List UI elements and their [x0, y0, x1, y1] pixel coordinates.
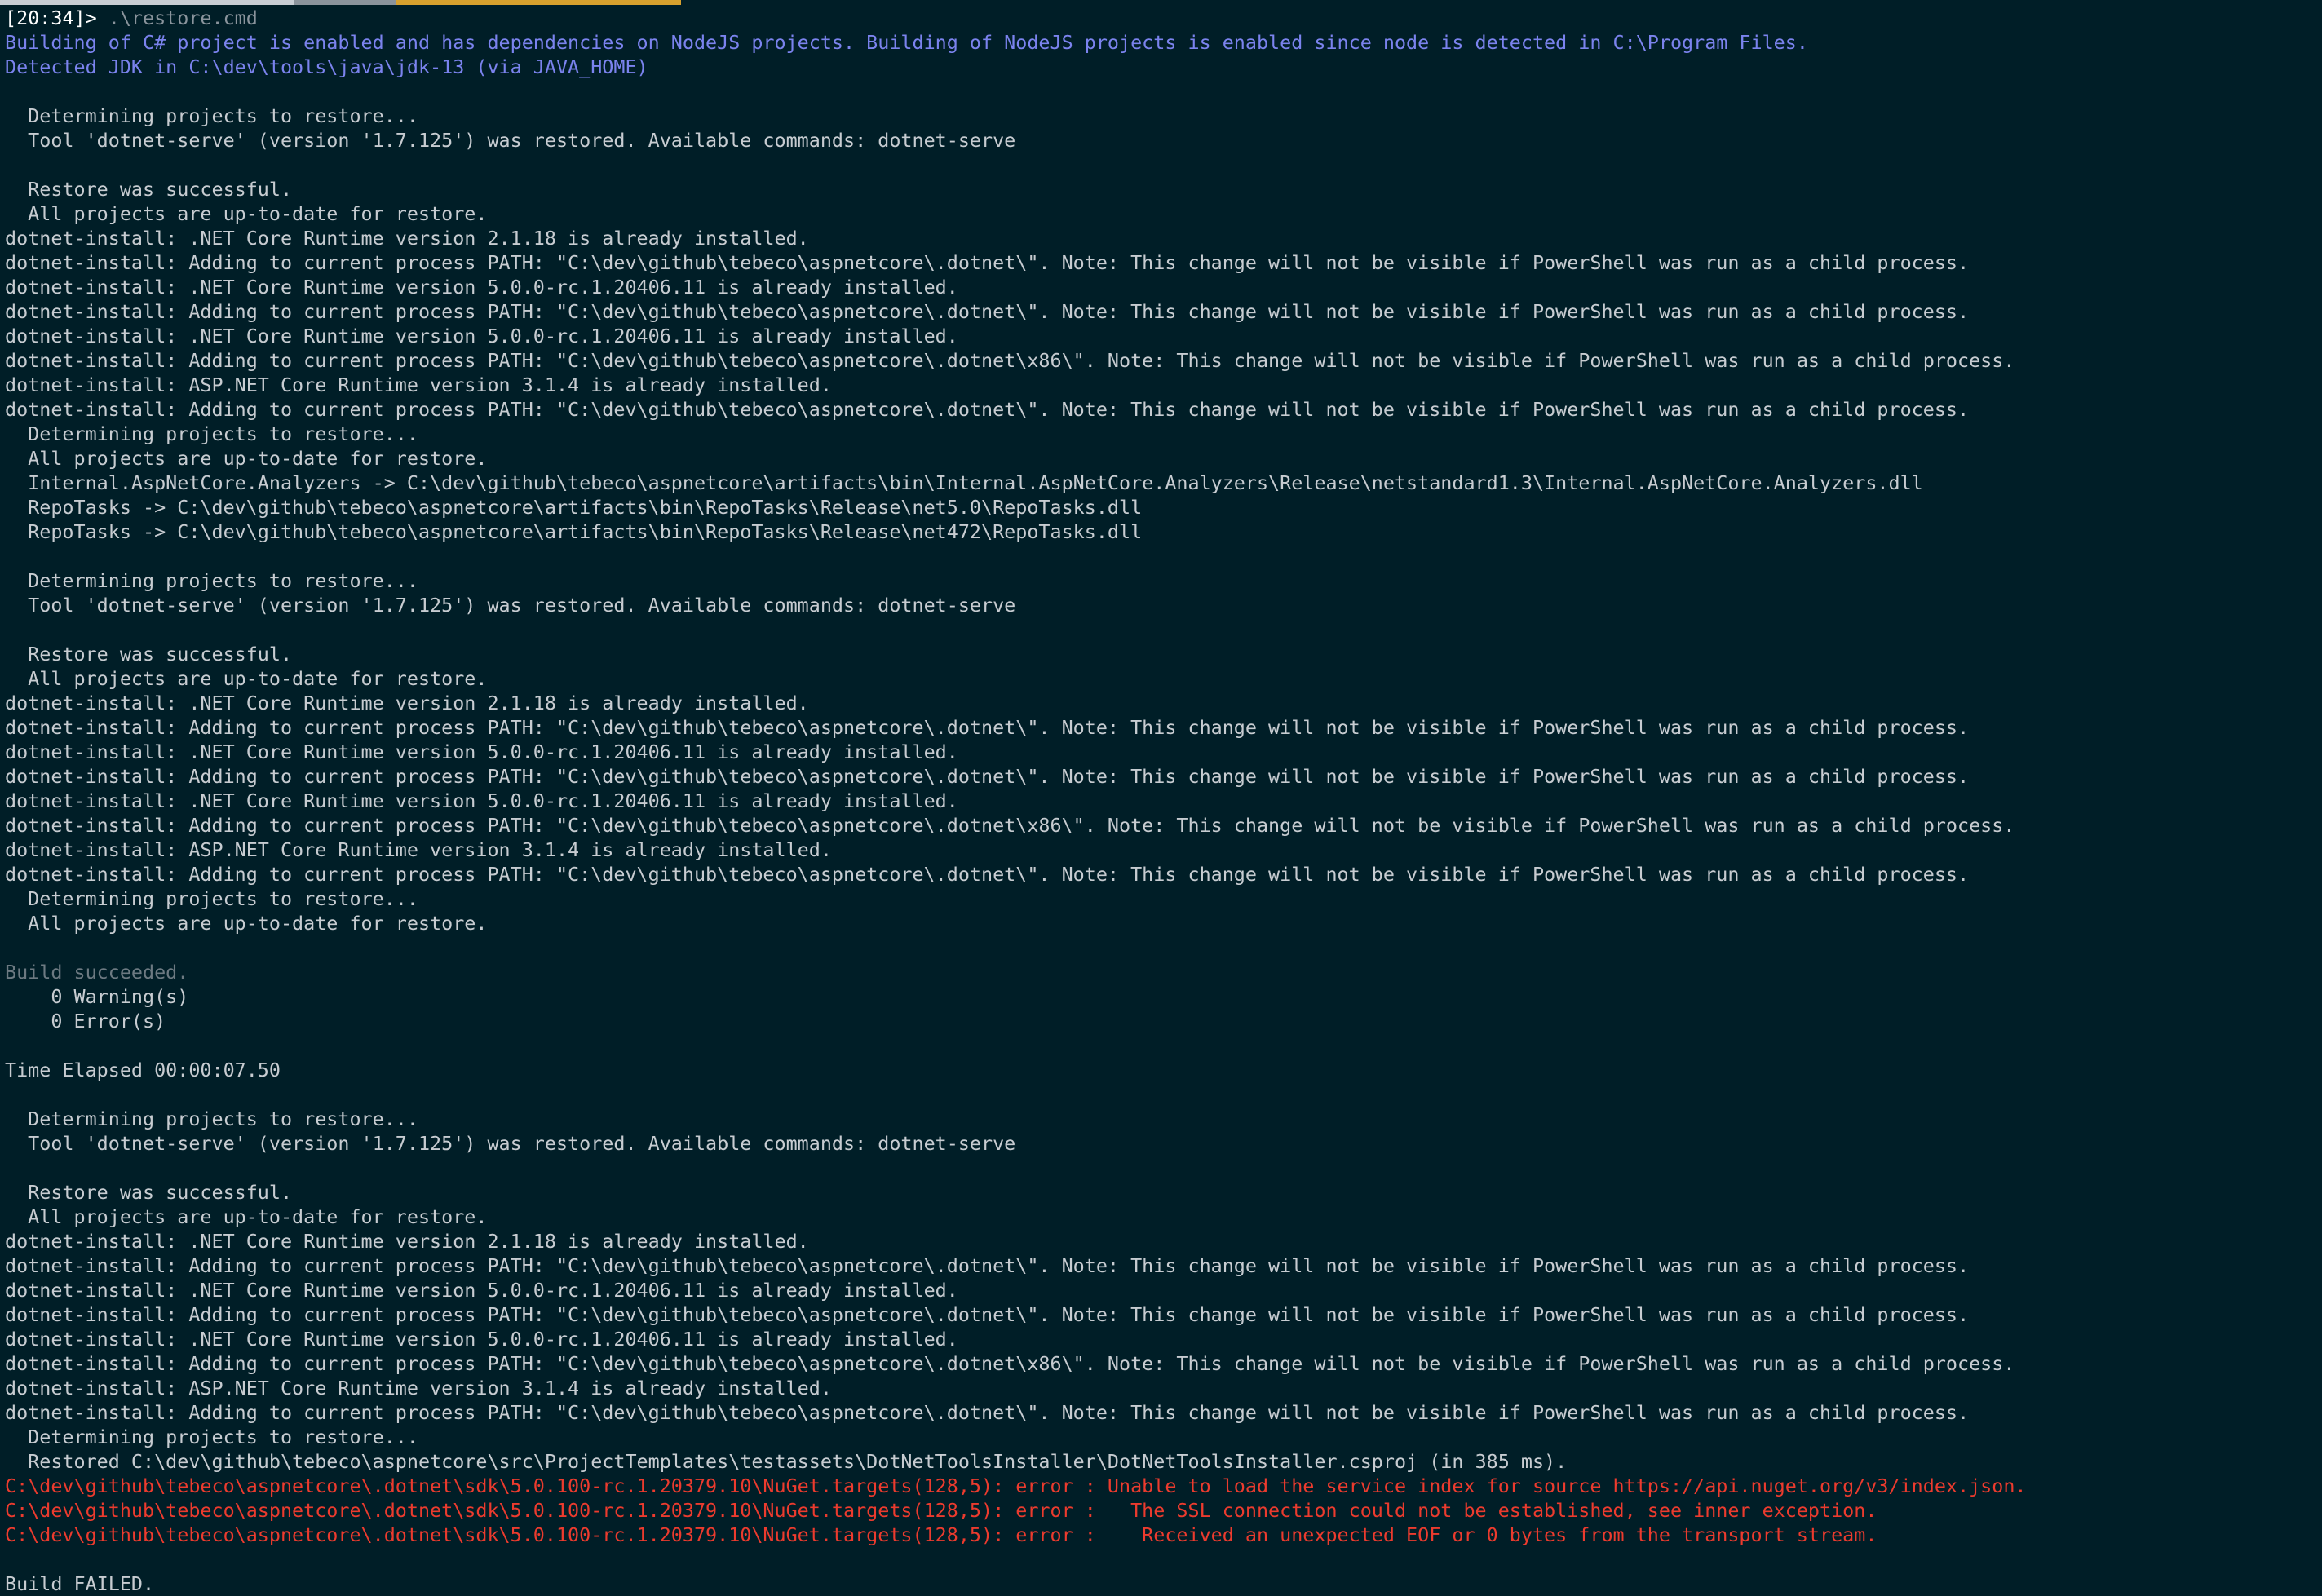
output-line: Determining projects to restore... — [5, 569, 418, 592]
output-line: RepoTasks -> C:\dev\github\tebeco\aspnet… — [5, 496, 1143, 519]
output-line: 0 Warning(s) — [5, 985, 189, 1008]
output-line: dotnet-install: Adding to current proces… — [5, 1401, 1970, 1424]
prompt-time: [20:34]> — [5, 7, 97, 29]
terminal-window[interactable]: [20:34]> .\restore.cmd Building of C# pr… — [0, 0, 2322, 1596]
prompt-segment-branch — [294, 0, 396, 5]
output-line: Tool 'dotnet-serve' (version '1.7.125') … — [5, 129, 1016, 152]
output-line: Restore was successful. — [5, 178, 293, 201]
output-line: dotnet-install: .NET Core Runtime versio… — [5, 276, 958, 298]
output-line: dotnet-install: .NET Core Runtime versio… — [5, 1230, 809, 1253]
output-line: Determining projects to restore... — [5, 104, 418, 127]
output-line: dotnet-install: .NET Core Runtime versio… — [5, 227, 809, 250]
output-line: dotnet-install: .NET Core Runtime versio… — [5, 789, 958, 812]
output-line: All projects are up-to-date for restore. — [5, 1205, 488, 1228]
output-line: dotnet-install: Adding to current proces… — [5, 1352, 2015, 1375]
output-line: Build succeeded. — [5, 961, 189, 984]
output-line: RepoTasks -> C:\dev\github\tebeco\aspnet… — [5, 520, 1143, 543]
output-line: dotnet-install: Adding to current proces… — [5, 814, 2015, 837]
output-line: Build FAILED. — [5, 1572, 155, 1595]
command-prompt-line[interactable]: [20:34]> .\restore.cmd — [5, 6, 2322, 30]
output-line: Building of C# project is enabled and ha… — [5, 31, 1808, 54]
output-line: dotnet-install: Adding to current proces… — [5, 1303, 1970, 1326]
output-line: Internal.AspNetCore.Analyzers -> C:\dev\… — [5, 471, 1923, 494]
output-line: All projects are up-to-date for restore. — [5, 202, 488, 225]
output-line: dotnet-install: Adding to current proces… — [5, 251, 1970, 274]
prompt-segment-status — [396, 0, 681, 5]
output-line: dotnet-install: .NET Core Runtime versio… — [5, 325, 958, 347]
output-line: dotnet-install: ASP.NET Core Runtime ver… — [5, 374, 832, 396]
output-line: Determining projects to restore... — [5, 422, 418, 445]
output-line: dotnet-install: Adding to current proces… — [5, 349, 2015, 372]
prompt-segment-path — [0, 0, 294, 5]
output-line: Tool 'dotnet-serve' (version '1.7.125') … — [5, 594, 1016, 617]
output-line: Time Elapsed 00:00:07.50 — [5, 1059, 281, 1081]
command-text: .\restore.cmd — [96, 7, 258, 29]
output-line: dotnet-install: ASP.NET Core Runtime ver… — [5, 1377, 832, 1399]
output-line: dotnet-install: Adding to current proces… — [5, 716, 1970, 739]
output-line: Determining projects to restore... — [5, 1107, 418, 1130]
error-line: C:\dev\github\tebeco\aspnetcore\.dotnet\… — [5, 1523, 1878, 1546]
output-line: Determining projects to restore... — [5, 1426, 418, 1448]
output-line: dotnet-install: .NET Core Runtime versio… — [5, 1328, 958, 1351]
prompt-theme-bar — [0, 0, 2322, 5]
output-line: dotnet-install: Adding to current proces… — [5, 765, 1970, 788]
output-line: Restore was successful. — [5, 1181, 293, 1204]
output-line: Detected JDK in C:\dev\tools\java\jdk-13… — [5, 55, 648, 78]
output-line: All projects are up-to-date for restore. — [5, 912, 488, 935]
error-line: C:\dev\github\tebeco\aspnetcore\.dotnet\… — [5, 1474, 2027, 1497]
output-line: 0 Error(s) — [5, 1010, 166, 1032]
output-line: dotnet-install: Adding to current proces… — [5, 300, 1970, 323]
output-line: Restore was successful. — [5, 643, 293, 665]
output-line: dotnet-install: Adding to current proces… — [5, 1254, 1970, 1277]
output-line: All projects are up-to-date for restore. — [5, 667, 488, 690]
output-line: dotnet-install: .NET Core Runtime versio… — [5, 741, 958, 763]
output-line: dotnet-install: Adding to current proces… — [5, 398, 1970, 421]
output-line: dotnet-install: .NET Core Runtime versio… — [5, 692, 809, 714]
output-line: Determining projects to restore... — [5, 887, 418, 910]
error-line: C:\dev\github\tebeco\aspnetcore\.dotnet\… — [5, 1499, 1878, 1522]
output-line: Tool 'dotnet-serve' (version '1.7.125') … — [5, 1132, 1016, 1155]
output-line: dotnet-install: .NET Core Runtime versio… — [5, 1279, 958, 1302]
output-line: All projects are up-to-date for restore. — [5, 447, 488, 470]
output-line: dotnet-install: ASP.NET Core Runtime ver… — [5, 838, 832, 861]
output-line: Restored C:\dev\github\tebeco\aspnetcore… — [5, 1450, 1568, 1473]
output-line: dotnet-install: Adding to current proces… — [5, 863, 1970, 886]
terminal-output: [20:34]> .\restore.cmd Building of C# pr… — [5, 6, 2322, 1596]
